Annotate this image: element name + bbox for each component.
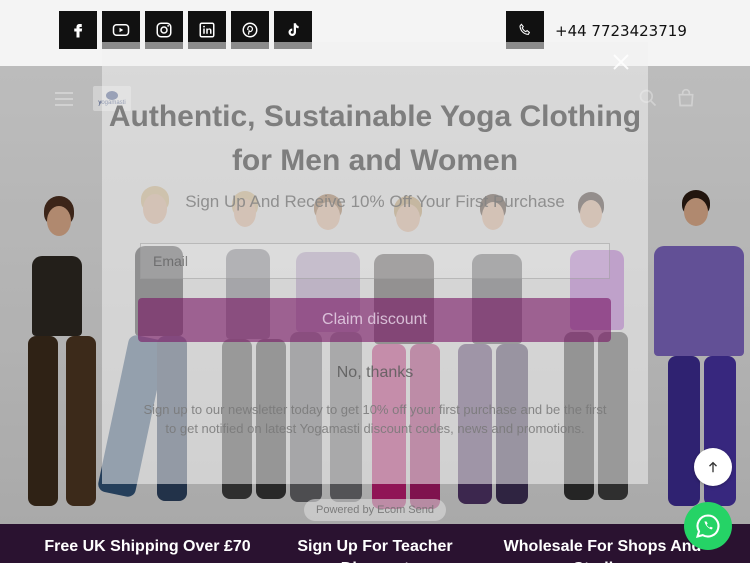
no-thanks-link[interactable]: No, thanks bbox=[102, 364, 648, 382]
facebook-icon[interactable] bbox=[59, 11, 97, 49]
phone-number[interactable]: +44 7723423719 bbox=[555, 22, 687, 40]
popup-fine-print: Sign up to our newsletter today to get 1… bbox=[143, 402, 607, 436]
promo-teacher[interactable]: Sign Up For Teacher Discount bbox=[280, 536, 470, 563]
arrow-up-icon bbox=[709, 461, 717, 473]
promo-wholesale[interactable]: Wholesale For Shops And Studios bbox=[495, 536, 710, 563]
claim-discount-button[interactable]: Claim discount bbox=[138, 298, 611, 342]
close-icon[interactable] bbox=[611, 52, 631, 72]
whatsapp-icon[interactable] bbox=[684, 502, 732, 550]
email-field[interactable] bbox=[140, 243, 610, 279]
popup-subtitle: Sign Up And Receive 10% Off Your First P… bbox=[185, 192, 565, 211]
promo-bar: Free UK Shipping Over £70 Sign Up For Te… bbox=[0, 524, 750, 563]
promo-shipping[interactable]: Free UK Shipping Over £70 bbox=[40, 536, 255, 558]
back-to-top-button[interactable] bbox=[694, 448, 732, 486]
powered-by-badge[interactable]: Powered by Ecom Send bbox=[304, 499, 446, 521]
popup-title: Authentic, Sustainable Yoga Clothing for… bbox=[108, 100, 642, 177]
